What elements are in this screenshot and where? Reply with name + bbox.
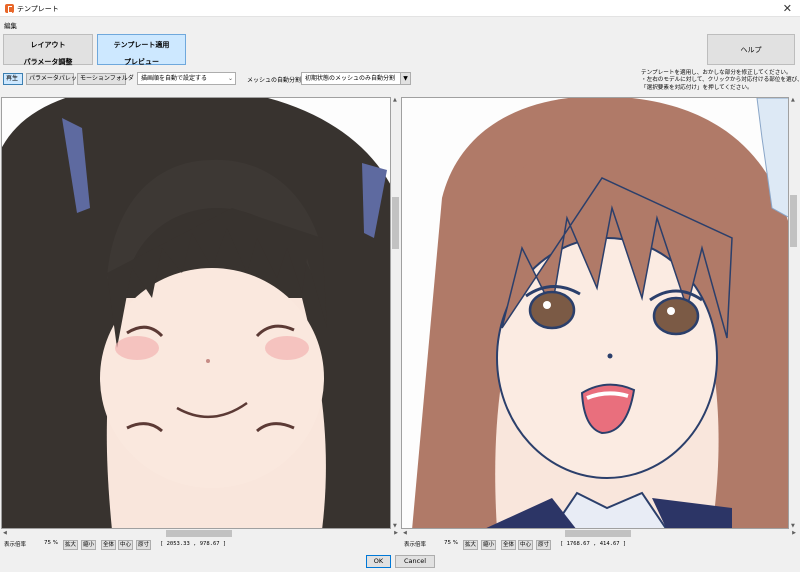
scroll-left-icon[interactable]: ◀ bbox=[403, 530, 407, 536]
play-button[interactable]: 再生 bbox=[3, 73, 23, 85]
left-zoom-label: 表示倍率 bbox=[4, 542, 27, 548]
draw-order-select[interactable]: 描画順を自動で設定する ⌄ bbox=[137, 72, 236, 85]
scrollbar-thumb[interactable] bbox=[392, 197, 399, 249]
mesh-select[interactable]: 初期状態のメッシュのみ自動分割 ▼ bbox=[301, 72, 411, 85]
mesh-label: メッシュの自動分割 bbox=[247, 77, 302, 84]
left-zoom-out-button[interactable]: 縮小 bbox=[81, 540, 97, 550]
chevron-down-icon: ⌄ bbox=[227, 75, 233, 82]
left-zoom-value: 75 % bbox=[44, 540, 58, 546]
menu-bar: 編集 bbox=[0, 17, 800, 30]
left-horizontal-scrollbar[interactable]: ◀ ▶ bbox=[1, 529, 400, 538]
param-palette-button[interactable]: パラメータパレット bbox=[26, 73, 83, 85]
right-zoom-value: 75 % bbox=[444, 540, 458, 546]
right-actual-size-button[interactable]: 原寸 bbox=[536, 540, 552, 550]
scrollbar-thumb[interactable] bbox=[790, 195, 797, 247]
step-layout-button[interactable]: レイアウト パラメータ調整 bbox=[3, 34, 93, 66]
left-cursor-coords: [ 2053.33 , 978.67 ] bbox=[160, 541, 227, 547]
cancel-button[interactable]: Cancel bbox=[395, 555, 435, 568]
scroll-right-icon[interactable]: ▶ bbox=[792, 530, 796, 536]
left-actual-size-button[interactable]: 原寸 bbox=[136, 540, 152, 550]
motion-folder-button[interactable]: モーションフォルダ bbox=[77, 73, 134, 85]
draw-order-value: 描画順を自動で設定する bbox=[141, 75, 208, 82]
instruction-line: 「選択要素を対応付け」を押してください。 bbox=[641, 84, 753, 91]
scrollbar-thumb[interactable] bbox=[166, 530, 232, 537]
right-zoom-label: 表示倍率 bbox=[404, 542, 427, 548]
title-bar: テンプレート ✕ bbox=[0, 0, 800, 17]
scrollbar-thumb[interactable] bbox=[565, 530, 631, 537]
step-label: レイアウト bbox=[30, 41, 66, 49]
step-label: パラメータ調整 bbox=[23, 58, 73, 66]
mesh-value: 初期状態のメッシュのみ自動分割 bbox=[305, 75, 396, 82]
ok-button[interactable]: OK bbox=[366, 555, 391, 568]
scroll-right-icon[interactable]: ▶ bbox=[394, 530, 398, 536]
app-icon bbox=[5, 4, 14, 13]
left-model-image bbox=[2, 98, 390, 528]
right-zoom-in-button[interactable]: 拡大 bbox=[463, 540, 479, 550]
window-title: テンプレート bbox=[17, 5, 59, 13]
left-fit-button[interactable]: 全体 bbox=[101, 540, 117, 550]
step-label: プレビュー bbox=[124, 58, 159, 66]
right-zoom-out-button[interactable]: 縮小 bbox=[481, 540, 497, 550]
left-center-button[interactable]: 中心 bbox=[118, 540, 134, 550]
right-horizontal-scrollbar[interactable]: ◀ ▶ bbox=[401, 529, 798, 538]
right-model-viewport[interactable] bbox=[401, 97, 789, 529]
menu-edit[interactable]: 編集 bbox=[4, 20, 17, 30]
step-label: テンプレート適用 bbox=[113, 41, 170, 49]
left-model-viewport[interactable] bbox=[1, 97, 391, 529]
step-template-button[interactable]: テンプレート適用 プレビュー bbox=[97, 34, 186, 66]
instruction-line: ・左右のモデルに対して、クリックから対応付ける部位を選び、 bbox=[641, 77, 800, 84]
scroll-up-icon[interactable]: ▲ bbox=[393, 97, 397, 103]
scroll-left-icon[interactable]: ◀ bbox=[3, 530, 7, 536]
right-fit-button[interactable]: 全体 bbox=[501, 540, 517, 550]
left-vertical-scrollbar[interactable]: ▲ ▼ bbox=[391, 97, 400, 529]
left-zoom-in-button[interactable]: 拡大 bbox=[63, 540, 79, 550]
right-model-image bbox=[402, 98, 788, 528]
chevron-down-icon: ▼ bbox=[400, 73, 410, 84]
instructions: テンプレートを適用し、おかしな部分を修正してください。 ・左右のモデルに対して、… bbox=[641, 70, 800, 92]
right-center-button[interactable]: 中心 bbox=[518, 540, 534, 550]
close-icon[interactable]: ✕ bbox=[783, 2, 792, 15]
right-vertical-scrollbar[interactable]: ▲ ▼ bbox=[789, 97, 798, 529]
help-button[interactable]: ヘルプ bbox=[707, 34, 795, 65]
right-cursor-coords: [ 1768.67 , 414.67 ] bbox=[560, 541, 627, 547]
scroll-up-icon[interactable]: ▲ bbox=[791, 97, 795, 103]
